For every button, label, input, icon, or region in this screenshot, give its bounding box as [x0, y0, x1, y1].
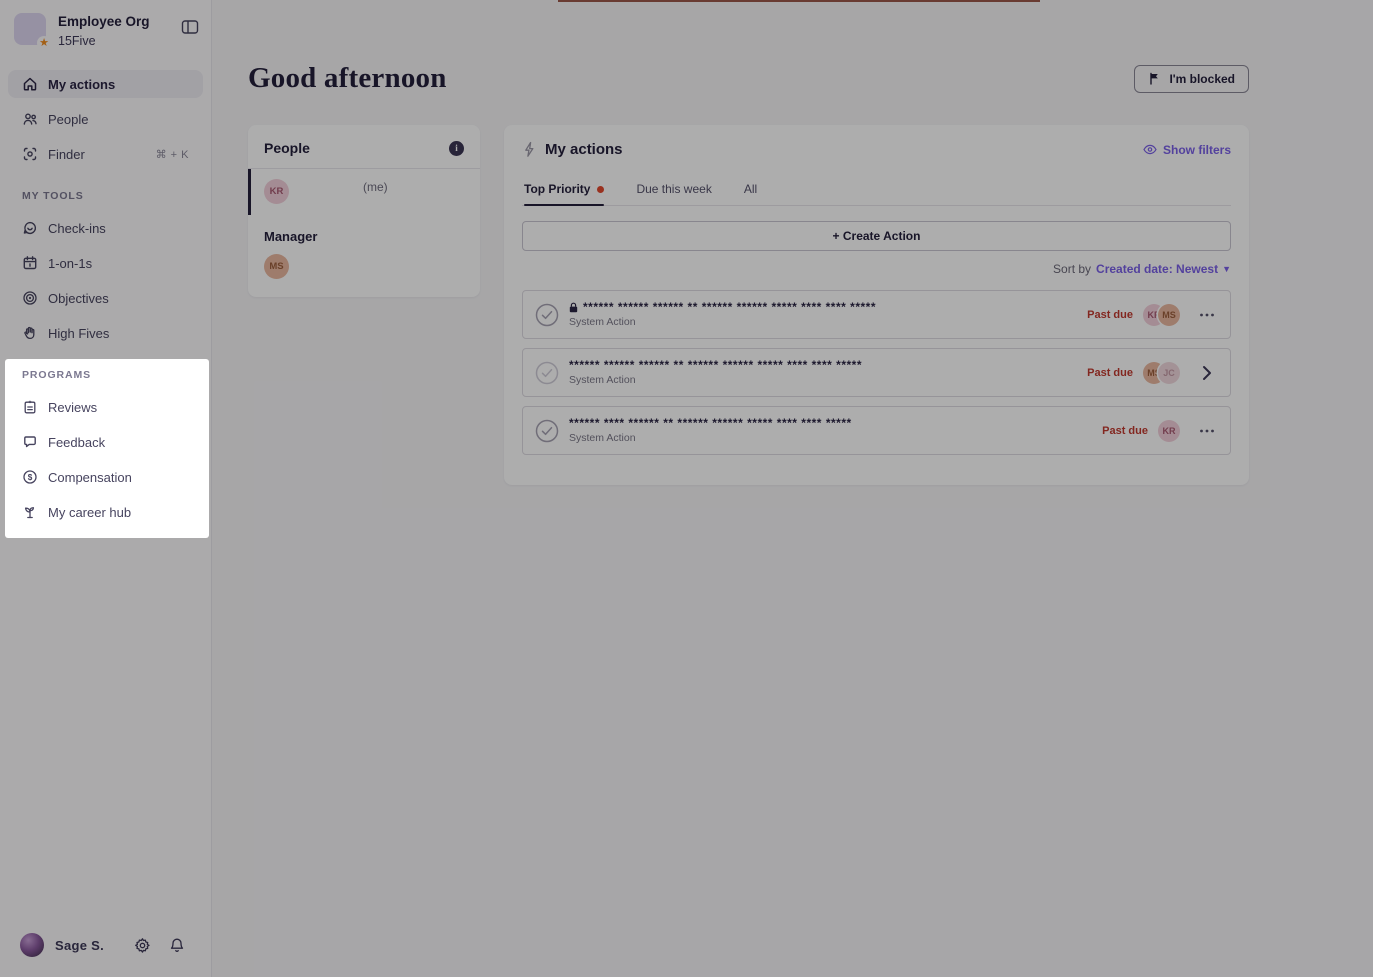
sidebar-item-my-career-hub[interactable]: My career hub: [8, 498, 205, 526]
sidebar-item-feedback[interactable]: Feedback: [8, 428, 205, 456]
programs-header: PROGRAMS: [22, 369, 205, 381]
svg-text:$: $: [28, 473, 33, 482]
career-hub-icon: [22, 504, 38, 520]
feedback-icon: [22, 434, 38, 450]
sidebar-item-label: Compensation: [48, 470, 132, 485]
programs-spotlight: PROGRAMS Reviews Feedback: [5, 359, 209, 538]
reviews-icon: [22, 399, 38, 415]
sidebar-item-label: My career hub: [48, 505, 131, 520]
app-screen: ★ Employee Org 15Five My actions: [0, 0, 1373, 977]
sidebar-item-compensation[interactable]: $ Compensation: [8, 463, 205, 491]
sidebar-item-label: Reviews: [48, 400, 97, 415]
sidebar-item-reviews[interactable]: Reviews: [8, 393, 205, 421]
compensation-icon: $: [22, 469, 38, 485]
sidebar-item-label: Feedback: [48, 435, 105, 450]
